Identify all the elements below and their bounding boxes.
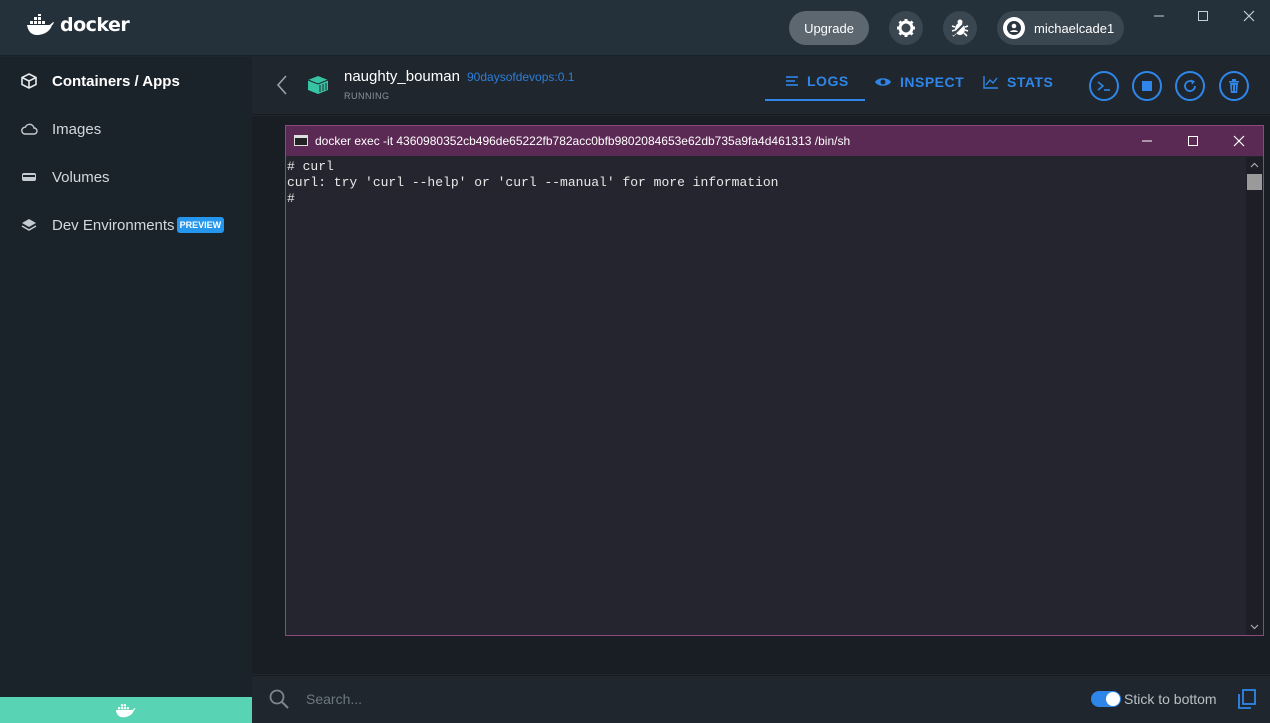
sidebar-item-label: Dev Environments [52,216,175,234]
volume-icon [22,173,36,181]
bug-icon [951,19,969,37]
scroll-up-icon[interactable] [1250,161,1259,170]
terminal-title: docker exec -it 4360980352cb496de65222fb… [315,134,851,148]
top-bar: docker Upgrade michaelcade1 [0,0,1270,56]
gear-icon [897,19,915,37]
docker-whale-icon [115,704,136,718]
close-window-button[interactable] [1236,4,1262,28]
search-input[interactable] [306,687,706,711]
sidebar-item-label: Volumes [52,168,110,186]
container-status: RUNNING [344,91,390,101]
sidebar-item-images[interactable]: Images [0,109,252,149]
back-button[interactable] [276,75,288,100]
terminal-title-bar[interactable]: docker exec -it 4360980352cb496de65222fb… [286,126,1263,156]
container-header: naughty_bouman 90daysofdevops:0.1 RUNNIN… [252,57,1270,115]
restart-button[interactable] [1175,71,1205,101]
docker-logo: docker [26,14,130,36]
container-icon [307,76,329,94]
sidebar-item-label: Images [52,120,102,138]
sidebar-item-label: Containers / Apps [52,72,180,90]
container-name: naughty_bouman [344,68,460,85]
scroll-down-icon[interactable] [1250,622,1259,631]
username: michaelcade1 [1034,20,1115,36]
terminal-minimize-button[interactable] [1132,129,1162,153]
terminal-window[interactable]: docker exec -it 4360980352cb496de65222fb… [285,125,1264,636]
tab-stats[interactable]: STATS [983,63,1053,101]
terminal-output[interactable]: # curl curl: try 'curl --help' or 'curl -… [286,157,1246,635]
settings-button[interactable] [889,11,923,45]
avatar [1003,17,1025,39]
delete-button[interactable] [1219,71,1249,101]
stick-to-bottom-label: Stick to bottom [1124,691,1217,707]
sidebar-item-containers[interactable]: Containers / Apps [0,61,252,101]
minimize-icon [1142,140,1152,142]
user-icon [1007,21,1021,35]
stick-to-bottom-toggle[interactable] [1091,691,1121,707]
tab-label: STATS [1007,74,1054,90]
maximize-button[interactable] [1190,4,1216,28]
minimize-button[interactable] [1146,4,1172,28]
search-icon-wrap [268,688,290,715]
preview-badge: PREVIEW [176,217,225,233]
chart-icon [983,76,998,89]
engine-status-bar[interactable] [0,697,252,723]
terminal-maximize-button[interactable] [1178,129,1208,153]
account-button[interactable]: michaelcade1 [997,11,1124,45]
console-icon [294,135,308,146]
terminal-line: # [287,191,295,206]
cloud-icon [21,123,38,135]
container-image-link[interactable]: 90daysofdevops:0.1 [467,70,574,84]
sidebar-item-volumes[interactable]: Volumes [0,157,252,197]
tab-label: INSPECT [900,74,965,90]
terminal-scrollbar[interactable] [1246,157,1263,635]
scrollbar-thumb[interactable] [1247,174,1262,190]
terminal-line: curl: try 'curl --help' or 'curl --manua… [287,175,779,190]
terminal-line: # curl [287,159,334,174]
sidebar: Containers / Apps Images Volumes Dev Env… [0,57,252,723]
docker-desktop-window: docker Upgrade michaelcade1 Containers /… [0,0,1270,723]
restart-icon [1184,79,1196,92]
sidebar-item-dev-environments[interactable]: Dev Environments PREVIEW [0,205,252,245]
logs-footer: Stick to bottom [252,675,1270,723]
maximize-icon [1188,136,1198,146]
dev-environments-icon [21,219,37,231]
search-icon [269,689,289,709]
maximize-icon [1198,11,1208,21]
stop-icon [1142,81,1152,91]
tab-label: LOGS [807,73,849,89]
upgrade-button[interactable]: Upgrade [789,11,869,45]
terminal-close-button[interactable] [1224,129,1254,153]
chevron-left-icon [276,75,287,95]
copy-icon [1238,689,1256,709]
cli-icon [1097,81,1110,91]
tab-inspect[interactable]: INSPECT [874,63,964,101]
delete-icon [1229,79,1239,93]
tab-logs[interactable]: LOGS [765,63,865,101]
copy-button[interactable] [1238,689,1256,714]
open-cli-button[interactable] [1089,71,1119,101]
troubleshoot-button[interactable] [943,11,977,45]
docker-whale-icon [27,14,54,35]
logs-icon [786,76,798,86]
stop-button[interactable] [1132,71,1162,101]
container-status-icon [307,75,329,100]
close-icon [1233,135,1245,147]
eye-icon [875,78,891,86]
brand-name: docker [60,14,130,36]
containers-icon [21,73,37,89]
minimize-icon [1154,15,1164,17]
close-icon [1243,10,1255,22]
